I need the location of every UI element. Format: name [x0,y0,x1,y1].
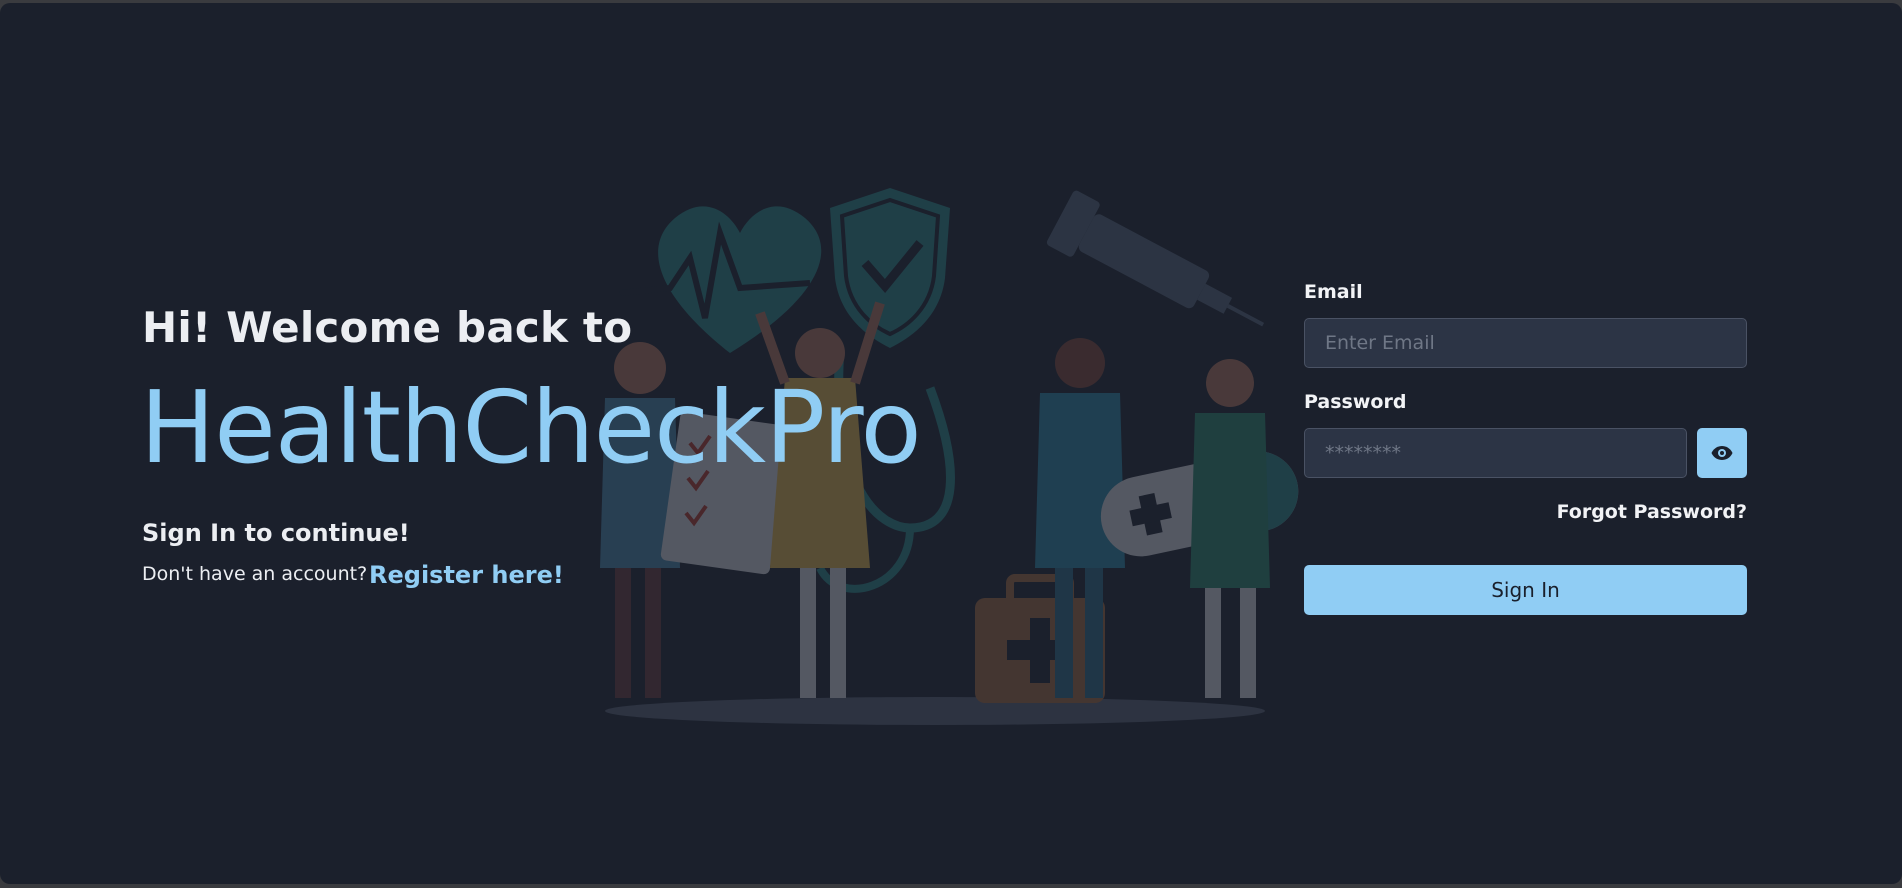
heart-pulse-icon [619,206,822,353]
no-account-text: Don't have an account? [142,563,368,585]
email-label: Email [1304,281,1363,303]
password-input[interactable] [1304,428,1687,478]
login-page: Hi! Welcome back to HealthCheckPro Sign … [0,3,1902,884]
person-4 [1190,359,1270,698]
show-password-button[interactable] [1697,428,1747,478]
forgot-password-link[interactable]: Forgot Password? [1557,501,1747,523]
shield-check-icon [830,188,950,348]
syringe-icon [1046,190,1265,327]
password-label: Password [1304,391,1407,413]
welcome-heading: Hi! Welcome back to [142,303,633,352]
ground-shadow [605,697,1265,725]
eye-icon [1711,446,1733,460]
register-link[interactable]: Register here! [369,561,564,589]
person-2 [755,301,885,698]
signin-subtitle: Sign In to continue! [142,519,410,547]
sign-in-button[interactable]: Sign In [1304,565,1747,615]
brand-title: HealthCheckPro [140,369,922,486]
email-input[interactable] [1304,318,1747,368]
